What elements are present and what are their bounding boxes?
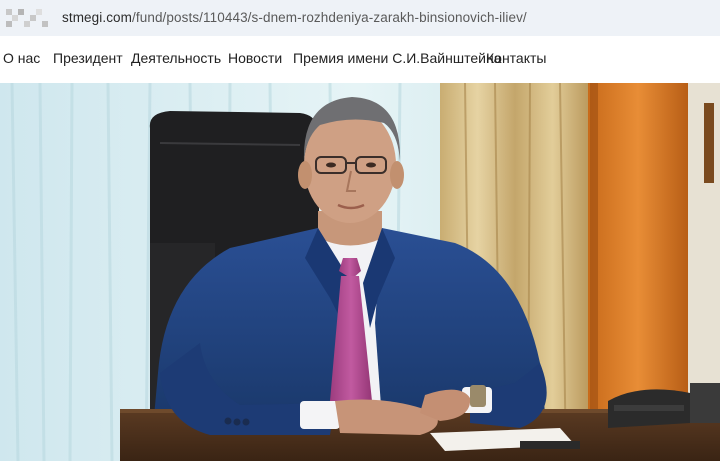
nav-item-activity[interactable]: Деятельность: [131, 50, 221, 66]
nav-item-news[interactable]: Новости: [228, 50, 282, 66]
main-navigation: О нас Президент Деятельность Новости Пре…: [0, 36, 720, 82]
favicon-icon: [6, 9, 48, 27]
hero-photo: [0, 82, 720, 462]
url-text[interactable]: stmegi.com/fund/posts/110443/s-dnem-rozh…: [62, 10, 527, 25]
nav-item-award[interactable]: Премия имени С.И.Вайнштейна: [293, 50, 501, 66]
url-domain: stmegi.com: [62, 10, 133, 25]
address-bar[interactable]: stmegi.com/fund/posts/110443/s-dnem-rozh…: [0, 0, 720, 37]
nav-item-contacts[interactable]: Контакты: [486, 50, 546, 66]
nav-item-about[interactable]: О нас: [3, 50, 40, 66]
nav-item-president[interactable]: Президент: [53, 50, 123, 66]
url-path: /fund/posts/110443/s-dnem-rozhdeniya-zar…: [132, 10, 527, 25]
